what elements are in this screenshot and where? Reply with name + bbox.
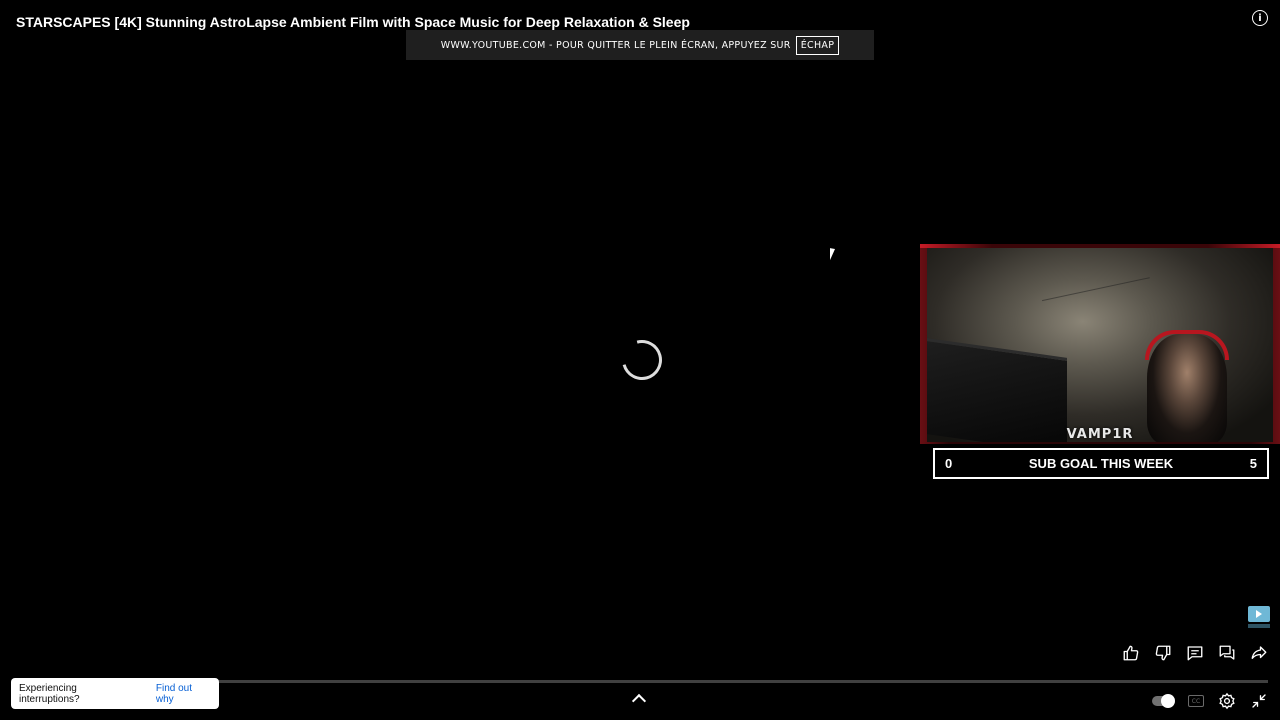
player-controls-right: CC <box>1152 692 1268 710</box>
loading-spinner <box>614 332 670 388</box>
thumbs-up-icon[interactable] <box>1122 644 1140 662</box>
sub-goal-label: SUB GOAL THIS WEEK <box>1028 456 1174 471</box>
escape-key-hint: ÉCHAP <box>795 35 840 55</box>
fullscreen-exit-notice: WWW.YOUTUBE.COM - POUR QUITTER LE PLEIN … <box>406 30 874 60</box>
webcam-wall <box>1041 277 1163 359</box>
chevron-up-icon[interactable] <box>631 693 647 709</box>
fullscreen-notice-text: WWW.YOUTUBE.COM - POUR QUITTER LE PLEIN … <box>440 39 791 51</box>
comment-icon[interactable] <box>1186 644 1204 662</box>
headphones-icon <box>1145 330 1229 360</box>
chat-bubbles-icon[interactable] <box>1218 644 1236 662</box>
share-icon[interactable] <box>1250 644 1268 662</box>
exit-fullscreen-icon[interactable] <box>1250 692 1268 710</box>
webcam-feed: VAMP1R <box>927 248 1273 442</box>
cc-icon[interactable]: CC <box>1188 695 1204 707</box>
channel-watermark-icon[interactable] <box>1248 606 1270 630</box>
mouse-cursor <box>830 248 840 262</box>
interruption-message: Experiencing interruptions? <box>19 682 80 705</box>
interruption-toast: Experiencing interruptions? Find out why <box>11 678 219 709</box>
video-actions <box>1122 644 1268 662</box>
sub-goal-target: 5 <box>1249 456 1257 471</box>
thumbs-down-icon[interactable] <box>1154 644 1172 662</box>
info-icon[interactable]: i <box>1252 10 1268 26</box>
sub-goal-bar: 0 SUB GOAL THIS WEEK 5 <box>933 448 1269 479</box>
video-title: STARSCAPES [4K] Stunning AstroLapse Ambi… <box>16 14 690 30</box>
sub-goal-current: 0 <box>945 456 953 471</box>
webcam-overlay: VAMP1R <box>920 244 1280 444</box>
streamer-name: VAMP1R <box>1066 427 1134 442</box>
gear-icon[interactable] <box>1218 692 1236 710</box>
autoplay-toggle[interactable] <box>1152 694 1175 708</box>
find-out-why-link[interactable]: Find out why <box>156 683 211 705</box>
